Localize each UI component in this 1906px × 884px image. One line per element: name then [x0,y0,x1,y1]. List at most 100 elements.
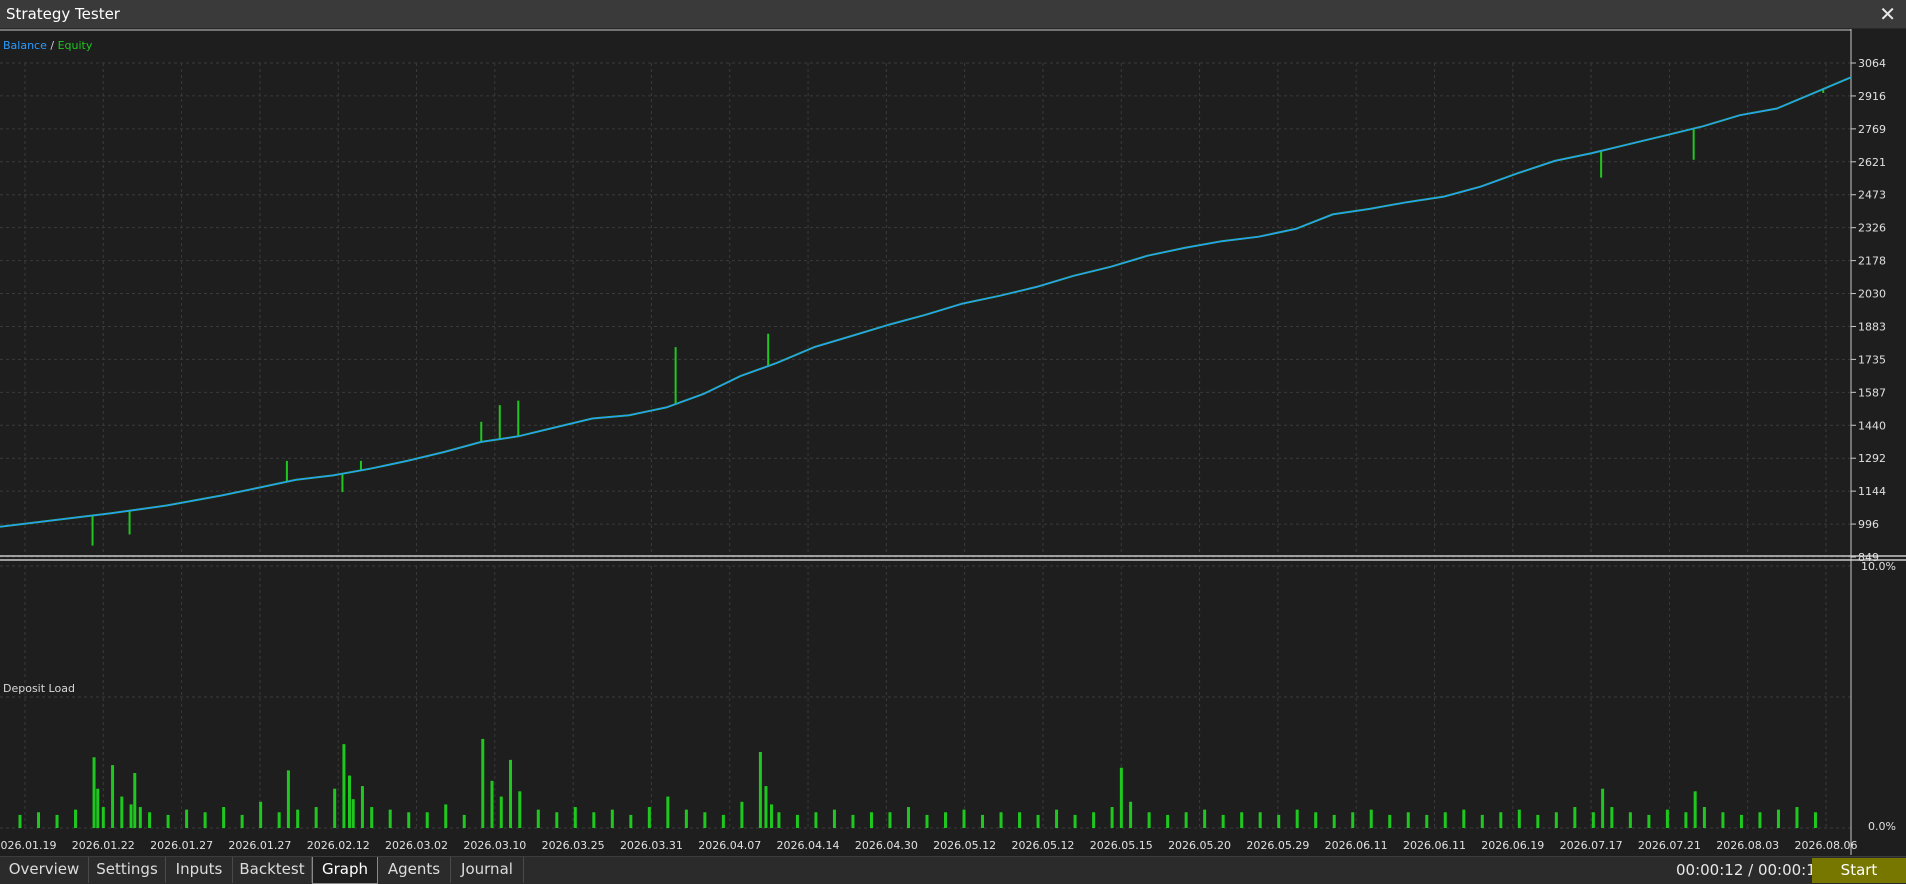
deposit-load-bar [999,812,1003,828]
deposit-load-max: 10.0% [1861,560,1896,573]
deposit-load-bar [832,809,836,828]
deposit-load-bar [129,804,133,828]
deposit-load-bar [1055,809,1059,828]
tab-settings[interactable]: Settings [89,857,166,883]
close-icon[interactable]: ✕ [1879,2,1896,26]
deposit-load-bar [1129,801,1133,828]
deposit-load-bar [944,812,948,828]
deposit-load-bar [1610,807,1614,828]
deposit-load-bar [347,775,351,828]
deposit-load-bar [555,812,559,828]
deposit-load-bar [1693,791,1697,828]
x-tick-label: 2026.07.17 [1560,839,1623,852]
deposit-load-bar [1295,809,1299,828]
deposit-load-bar [407,812,411,828]
deposit-load-bar [222,807,226,828]
deposit-load-bar [851,814,855,828]
deposit-load-bar [1221,814,1225,828]
x-tick-label: 2026.02.12 [307,839,370,852]
deposit-load-bar [333,788,337,828]
deposit-load-label: Deposit Load [3,682,75,695]
deposit-load-bar [1351,812,1355,828]
deposit-load-bar [1536,814,1540,828]
x-tick-label: 2026.04.07 [698,839,761,852]
graph-pane: 3064 2916 2769 2621 2473 2326 2178 2030 1883 1735… [0,29,1906,855]
deposit-load-bar [342,744,346,828]
x-tick-label: 2026.08.03 [1716,839,1779,852]
legend-separator: / [46,39,58,52]
x-tick-label: 2026.04.14 [777,839,840,852]
deposit-load-bar [777,812,781,828]
deposit-load-bar [536,809,540,828]
deposit-load-bar [518,791,522,828]
y-tick-label: 2326 [1858,222,1886,235]
deposit-load-bar [925,814,929,828]
deposit-load-bar [1665,809,1669,828]
deposit-load-bar [1184,812,1188,828]
start-button[interactable]: Start [1812,858,1906,883]
deposit-load-bar [286,770,290,828]
deposit-load-bar [96,788,100,828]
deposit-load-bar [647,807,651,828]
deposit-load-bar [764,786,768,828]
deposit-load-bar [1258,812,1262,828]
deposit-load-bar [1702,807,1706,828]
deposit-load-bar [296,809,300,828]
y-tick-label: 996 [1858,518,1879,531]
x-tick-label: 2026.01.19 [0,839,56,852]
deposit-load-bar [425,812,429,828]
deposit-load-bar [1388,814,1392,828]
deposit-load-bar [795,814,799,828]
deposit-load-bar [758,752,762,828]
x-tick-label: 2026.03.31 [620,839,683,852]
window-title: Strategy Tester [6,5,120,23]
deposit-load-bar [1443,812,1447,828]
deposit-load-bar [490,780,494,828]
deposit-load-bar [1314,812,1318,828]
deposit-load-bar [314,807,318,828]
legend-equity: Equity [57,39,93,52]
tab-journal[interactable]: Journal [451,857,524,883]
x-tick-label: 2026.01.27 [150,839,213,852]
tab-inputs[interactable]: Inputs [166,857,233,883]
elapsed-timer: 00:00:12 / 00:00:12 [1676,861,1826,879]
deposit-load-bar [74,809,78,828]
deposit-load-bar [1119,767,1123,828]
deposit-load-bar [1601,788,1605,828]
deposit-load-bar [1425,814,1429,828]
tab-overview[interactable]: Overview [0,857,89,883]
deposit-load-bar [370,807,374,828]
tab-agents[interactable]: Agents [378,857,451,883]
x-tick-label: 2026.05.29 [1246,839,1309,852]
tab-graph[interactable]: Graph [312,857,378,884]
deposit-load-bar [120,796,124,828]
deposit-load-bar [629,814,633,828]
legend-balance: Balance [3,39,47,52]
deposit-load-bar [592,812,596,828]
y-tick-label: 2621 [1858,156,1886,169]
deposit-load-bar [101,807,105,828]
y-tick-label: 2769 [1858,123,1886,136]
deposit-load-bar [1277,814,1281,828]
y-tick-label: 2178 [1858,255,1886,268]
deposit-load-bar [703,812,707,828]
tab-backtest[interactable]: Backtest [233,857,312,883]
deposit-load-bar [1573,807,1577,828]
x-tick-label: 2026.03.25 [542,839,605,852]
deposit-load-bar [18,814,22,828]
deposit-load-bar [610,809,614,828]
deposit-load-bar [481,738,485,828]
x-tick-label: 2026.01.22 [72,839,135,852]
deposit-load-bar [148,812,152,828]
deposit-load-bar [869,812,873,828]
x-tick-label: 2026.03.10 [463,839,526,852]
deposit-load-bar [1739,814,1743,828]
deposit-load-bar [1647,814,1651,828]
deposit-load-bar [351,799,355,828]
deposit-load-bar [740,801,744,828]
deposit-load-bar [240,814,244,828]
balance-equity-chart: 3064 2916 2769 2621 2473 2326 2178 2030 1883 1735… [0,29,1906,855]
x-tick-label: 2026.08.06 [1795,839,1858,852]
deposit-load-bar [462,814,466,828]
y-tick-label: 1587 [1858,386,1886,399]
